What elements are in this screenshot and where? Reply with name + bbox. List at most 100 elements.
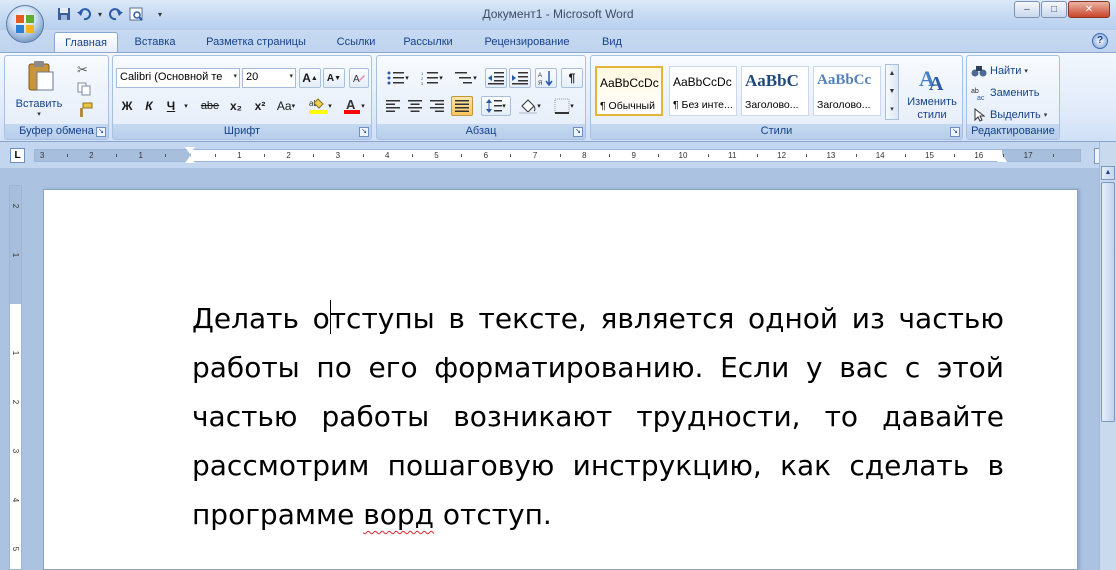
ruler-tick-mark — [1003, 154, 1005, 157]
superscript-button[interactable]: x² — [249, 96, 271, 116]
text-ending: отступ. — [434, 498, 552, 531]
misspelled-word[interactable]: ворд — [363, 498, 434, 531]
maximize-button[interactable]: □ — [1041, 1, 1067, 18]
justify-icon[interactable] — [451, 96, 473, 116]
tab-insert[interactable]: Вставка — [124, 32, 186, 52]
style-name: Заголово... — [817, 99, 871, 111]
font-color-icon: A — [344, 97, 361, 114]
change-styles-button[interactable]: AA Изменить стили — [903, 60, 961, 122]
highlight-button[interactable]: ab ▾ — [305, 96, 335, 116]
shading-button[interactable]: ▾ — [515, 96, 545, 116]
style-normal[interactable]: AaBbCcDc ¶ Обычный — [595, 66, 663, 116]
ruler-tick-label: 1 — [237, 151, 242, 160]
decrease-indent-icon[interactable] — [485, 68, 507, 88]
styles-launcher-icon[interactable]: ↘ — [950, 127, 960, 137]
vertical-ruler[interactable]: 2 1 1 2 3 4 5 — [9, 185, 22, 570]
minimize-button[interactable]: – — [1014, 1, 1040, 18]
ruler-tick-mark — [658, 154, 660, 157]
align-left-icon[interactable] — [383, 96, 403, 116]
hanging-indent-marker[interactable] — [185, 156, 195, 163]
format-painter-icon[interactable] — [77, 102, 93, 118]
paste-label: Вставить — [15, 98, 63, 110]
vertical-scrollbar[interactable]: ▲ — [1099, 142, 1116, 570]
styles-scroll-up-icon[interactable]: ▲ — [886, 65, 898, 83]
clear-formatting-icon[interactable]: A — [349, 68, 369, 88]
font-color-button[interactable]: A ▾ — [339, 96, 369, 116]
document-body-text[interactable]: Делать отступы в тексте, является одной … — [192, 294, 1004, 539]
borders-button[interactable]: ▾ — [549, 96, 579, 116]
font-size-combo[interactable]: 20 ▾ — [242, 68, 296, 88]
change-case-button[interactable]: Aa ▾ — [273, 96, 299, 116]
ruler-tick-label: 9 — [631, 151, 636, 160]
styles-more-icon[interactable]: ▾ — [886, 101, 898, 119]
styles-scroll[interactable]: ▲ ▼ ▾ — [885, 64, 899, 120]
cut-icon[interactable]: ✂ — [77, 62, 93, 78]
ruler-tick-label: 8 — [582, 151, 587, 160]
sort-icon[interactable]: AЯ — [535, 68, 557, 88]
line-spacing-button[interactable]: ▾ — [481, 96, 511, 116]
grow-font-button[interactable]: A ▲ — [299, 68, 321, 88]
style-no-spacing[interactable]: AaBbCcDc ¶ Без инте... — [669, 66, 737, 116]
font-launcher-icon[interactable]: ↘ — [359, 127, 369, 137]
font-name-combo[interactable]: Calibri (Основной те ▾ — [116, 68, 240, 88]
tab-references[interactable]: Ссылки — [326, 32, 386, 52]
right-indent-marker[interactable] — [997, 154, 1007, 162]
underline-button[interactable]: Ч — [161, 96, 181, 116]
style-heading-1[interactable]: AaBbC Заголово... — [741, 66, 809, 116]
ruler-tick-mark — [214, 154, 216, 157]
select-button[interactable]: Выделить ▾ — [971, 106, 1047, 124]
increase-indent-icon[interactable] — [509, 68, 531, 88]
numbering-button[interactable]: 1 2 3 ▾ — [417, 68, 447, 88]
tab-selector-icon[interactable]: L — [10, 148, 25, 163]
tab-page-layout[interactable]: Разметка страницы — [194, 32, 318, 52]
find-label: Найти — [990, 65, 1022, 77]
ruler-tick-label: 5 — [434, 151, 439, 160]
select-label: Выделить — [990, 109, 1041, 121]
help-icon[interactable]: ? — [1092, 33, 1108, 49]
subscript-button[interactable]: x₂ — [225, 96, 247, 116]
replace-button[interactable]: ab ac Заменить — [971, 84, 1039, 102]
scroll-up-icon[interactable]: ▲ — [1101, 166, 1115, 180]
align-center-icon[interactable] — [405, 96, 425, 116]
align-right-icon[interactable] — [427, 96, 447, 116]
shrink-font-button[interactable]: A ▼ — [323, 68, 345, 88]
style-heading-2[interactable]: AaBbCc Заголово... — [813, 66, 881, 116]
horizontal-ruler[interactable]: 3 2 1 1 2 3 4 5 6 7 8 9 10 11 12 13 14 15 16 17 — [34, 147, 1081, 163]
grow-font-label: A — [302, 71, 311, 85]
ruler-tick-label: 7 — [532, 151, 538, 160]
vruler-tick-label: 3 — [11, 448, 20, 454]
ruler-tick-mark — [165, 154, 167, 157]
tab-home[interactable]: Главная — [54, 32, 118, 52]
svg-text:A: A — [538, 73, 542, 79]
document-page[interactable]: Делать отступы в тексте, является одной … — [43, 189, 1078, 570]
replace-label: Заменить — [990, 87, 1040, 99]
office-button[interactable] — [6, 5, 44, 43]
underline-dropdown-icon[interactable]: ▾ — [181, 96, 191, 116]
tab-mailings[interactable]: Рассылки — [394, 32, 462, 52]
multilevel-list-button[interactable]: ▾ — [451, 68, 481, 88]
editing-group-label: Редактирование — [967, 124, 1059, 139]
tab-review[interactable]: Рецензирование — [472, 32, 582, 52]
paste-button[interactable]: Вставить ▾ — [13, 60, 65, 120]
italic-button[interactable]: К — [139, 96, 159, 116]
paragraph-launcher-icon[interactable]: ↘ — [573, 127, 583, 137]
ruler-tick-label: 15 — [925, 151, 934, 160]
close-button[interactable]: ✕ — [1068, 1, 1110, 18]
line-spacing-icon — [486, 99, 503, 113]
ruler-right-margin — [1002, 150, 1080, 161]
bold-button[interactable]: Ж — [117, 96, 137, 116]
tab-view[interactable]: Вид — [592, 32, 632, 52]
strikethrough-button[interactable]: abe — [197, 96, 223, 116]
show-formatting-marks-button[interactable]: ¶ — [561, 68, 583, 88]
ribbon-tabs: Главная Вставка Разметка страницы Ссылки… — [0, 30, 1116, 52]
bullets-button[interactable]: ▾ — [383, 68, 413, 88]
clipboard-launcher-icon[interactable]: ↘ — [96, 127, 106, 137]
ruler-tick-mark — [609, 154, 611, 157]
copy-icon[interactable] — [77, 82, 93, 98]
ruler-tick-label: 11 — [728, 151, 737, 160]
scroll-thumb[interactable] — [1101, 182, 1115, 422]
first-line-indent-marker[interactable] — [185, 147, 195, 154]
styles-scroll-down-icon[interactable]: ▼ — [886, 83, 898, 101]
find-button[interactable]: Найти ▾ — [971, 62, 1028, 80]
svg-text:ac: ac — [977, 95, 985, 100]
